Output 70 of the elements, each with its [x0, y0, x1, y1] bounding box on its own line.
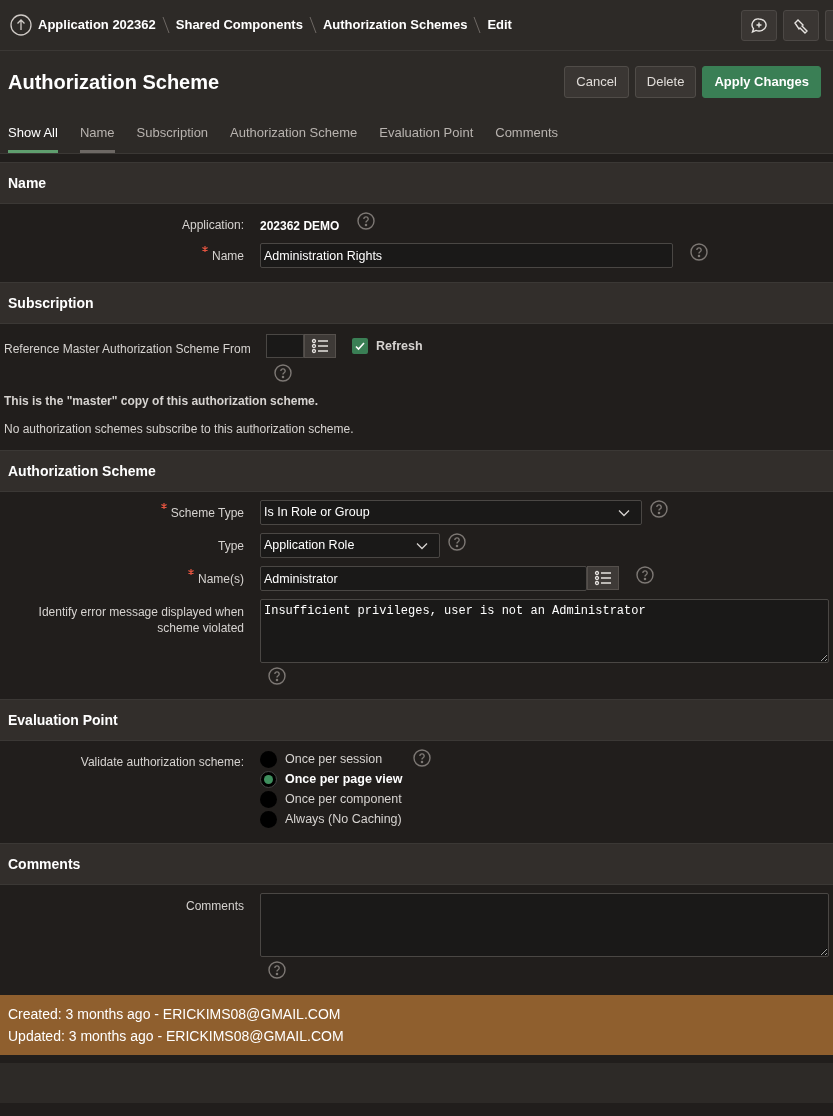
- input-field[interactable]: [266, 334, 304, 358]
- help-icon[interactable]: [268, 667, 286, 685]
- section-header: Evaluation Point: [0, 700, 833, 741]
- section-header: Subscription: [0, 283, 833, 324]
- help-icon[interactable]: [357, 212, 376, 230]
- help-icon[interactable]: [448, 533, 466, 551]
- separator-icon: [473, 16, 482, 34]
- radio-label: Once per page view: [285, 770, 403, 788]
- chevron-down-icon: [416, 541, 428, 550]
- apply-changes-button[interactable]: Apply Changes: [702, 66, 821, 98]
- section-header: Authorization Scheme: [0, 451, 833, 492]
- field-value: 202362 DEMO: [260, 218, 341, 235]
- chevron-down-icon: [618, 508, 630, 517]
- help-icon[interactable]: [268, 961, 286, 979]
- list-button[interactable]: [304, 334, 336, 358]
- breadcrumb-link[interactable]: Shared Components: [175, 15, 303, 35]
- help-icon[interactable]: [650, 500, 668, 518]
- field-label: Name: [212, 248, 244, 264]
- radio-button[interactable]: [260, 750, 277, 768]
- radio-button[interactable]: [260, 790, 277, 808]
- help-icon[interactable]: [690, 243, 708, 261]
- tab[interactable]: Subscription: [136, 113, 209, 153]
- flashlight-button[interactable]: [783, 10, 819, 41]
- tab[interactable]: Evaluation Point: [379, 113, 474, 153]
- separator-icon: [308, 16, 317, 34]
- radio-label: Once per component: [285, 790, 402, 808]
- note-text: No authorization schemes subscribe to this authorization scheme.: [3, 421, 355, 438]
- radio-button[interactable]: [260, 810, 277, 828]
- field-label: Name(s): [198, 571, 244, 587]
- field-label: Reference Master Authorization Scheme From: [4, 341, 252, 358]
- section-header: Name: [0, 163, 833, 204]
- breadcrumb-link[interactable]: Edit: [487, 15, 512, 35]
- feedback-button[interactable]: [741, 10, 777, 41]
- field-label: Comments: [186, 898, 244, 914]
- toolbar-button[interactable]: Delete: [634, 66, 697, 98]
- help-icon[interactable]: [636, 566, 654, 584]
- breadcrumb-link[interactable]: Authorization Schemes: [322, 15, 468, 35]
- checkbox[interactable]: [352, 338, 368, 354]
- checkbox-label: Refresh: [376, 337, 423, 355]
- field-label: Validate authorization scheme:: [80, 754, 244, 770]
- select-field[interactable]: Application Role: [260, 533, 440, 558]
- separator-icon: [161, 16, 170, 34]
- audit-text: Created: 3 months ago - ERICKIMS08@GMAIL.COM: [8, 1005, 342, 1024]
- input-field[interactable]: Administrator: [260, 566, 587, 591]
- note-text: This is the "master" copy of this authorization scheme.: [3, 393, 320, 410]
- tab[interactable]: Show All: [8, 113, 58, 153]
- radio-button[interactable]: [260, 770, 277, 788]
- toolbar-button[interactable]: Cancel: [564, 66, 629, 98]
- radio-label: Always (No Caching): [285, 810, 402, 828]
- tab[interactable]: Authorization Scheme: [230, 113, 358, 153]
- chat-plus-icon: [750, 16, 768, 35]
- tab[interactable]: Name: [79, 113, 115, 153]
- help-icon[interactable]: [274, 364, 292, 382]
- audit-text: Updated: 3 months ago - ERICKIMS08@GMAIL.COM: [8, 1027, 345, 1046]
- field-label: Scheme Type: [170, 505, 244, 521]
- field-label: Identify error message displayed when scheme violated: [37, 604, 244, 636]
- list-icon: [311, 338, 329, 354]
- tab[interactable]: Comments: [495, 113, 559, 153]
- select-field[interactable]: Is In Role or Group: [260, 500, 642, 525]
- field-label: Type: [218, 538, 244, 554]
- help-icon[interactable]: [413, 749, 431, 767]
- radio-label: Once per session: [285, 750, 383, 768]
- list-button[interactable]: [587, 566, 619, 590]
- page-title: Authorization Scheme: [8, 70, 221, 95]
- field-label: Application:: [181, 217, 244, 233]
- text-area[interactable]: Insufficient privileges, user is not an Administrator: [260, 599, 829, 663]
- input-field[interactable]: Administration Rights: [260, 243, 673, 268]
- breadcrumb-link[interactable]: Application 202362: [38, 15, 156, 35]
- list-icon: [594, 570, 612, 586]
- section-header: Comments: [0, 844, 833, 885]
